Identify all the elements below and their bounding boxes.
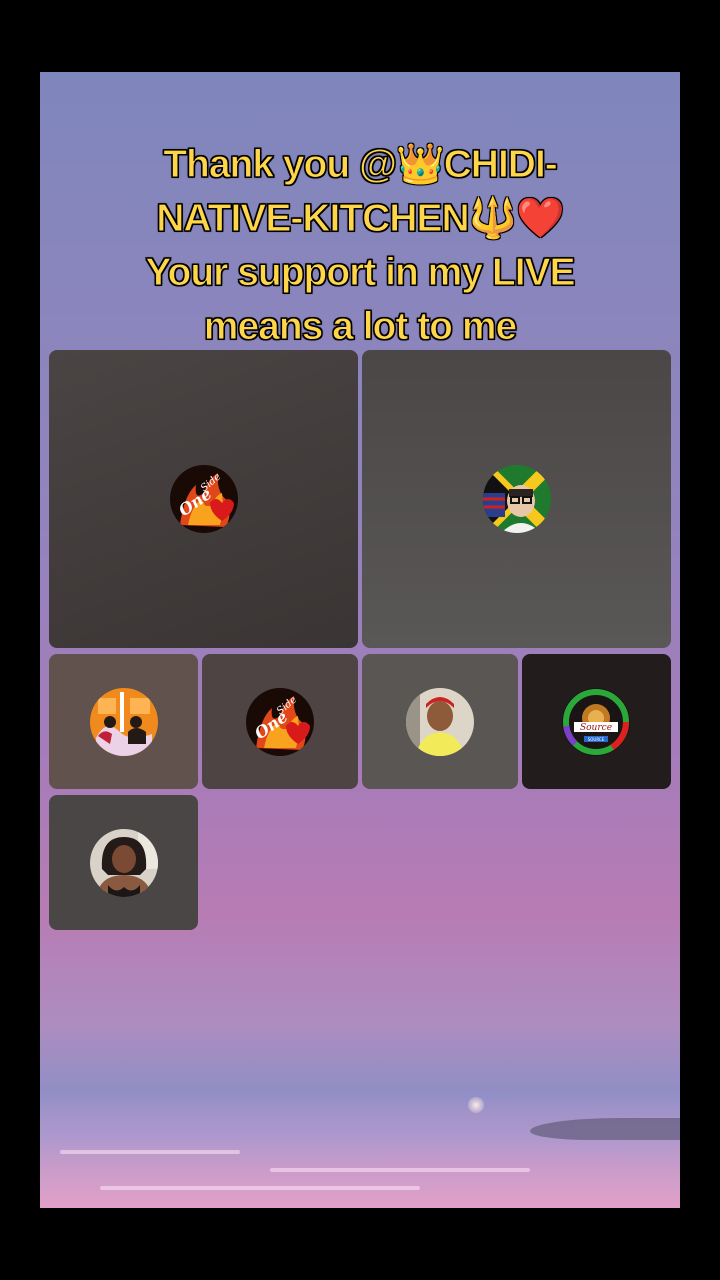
sunset-sea-background xyxy=(40,1088,680,1208)
one-side-flame-heart-avatar[interactable]: One Side xyxy=(246,688,314,756)
banner-line-4: means a lot to me xyxy=(203,305,517,349)
couple-silhouette-avatar[interactable] xyxy=(90,688,158,756)
guest-tile-5[interactable] xyxy=(362,654,518,789)
wave-line xyxy=(270,1168,530,1172)
wave-line xyxy=(60,1150,240,1154)
guest-tile-6[interactable]: Source SOURCE xyxy=(522,654,671,789)
svg-text:Source: Source xyxy=(580,723,612,733)
wave-line xyxy=(100,1186,420,1190)
guest-tile-3[interactable] xyxy=(49,654,198,789)
svg-text:SOURCE: SOURCE xyxy=(588,737,605,742)
banner-line-2: NATIVE-KITCHEN🔱❤️ xyxy=(156,197,566,241)
moon-reflection xyxy=(468,1097,484,1113)
one-side-flame-heart-avatar[interactable]: One Side xyxy=(170,465,238,533)
guest-tile-2[interactable] xyxy=(362,350,671,648)
source-lion-badge-avatar[interactable]: Source SOURCE xyxy=(562,688,630,756)
banner-line-3: Your support in my LIVE xyxy=(145,251,576,295)
banner-line-1: Thank you @👑CHIDI- xyxy=(163,143,559,187)
woman-portrait-avatar[interactable] xyxy=(90,829,158,897)
flag-portrait-avatar[interactable] xyxy=(483,465,551,533)
selfie-portrait-avatar[interactable] xyxy=(406,688,474,756)
guest-tile-7[interactable] xyxy=(49,795,198,930)
thank-you-banner: Thank you @👑CHIDI- NATIVE-KITCHEN🔱❤️ You… xyxy=(40,138,680,354)
guest-tile-4[interactable]: One Side xyxy=(202,654,358,789)
guest-tile-1[interactable]: One Side xyxy=(49,350,358,648)
live-screen: Thank you @👑CHIDI- NATIVE-KITCHEN🔱❤️ You… xyxy=(40,72,680,1208)
